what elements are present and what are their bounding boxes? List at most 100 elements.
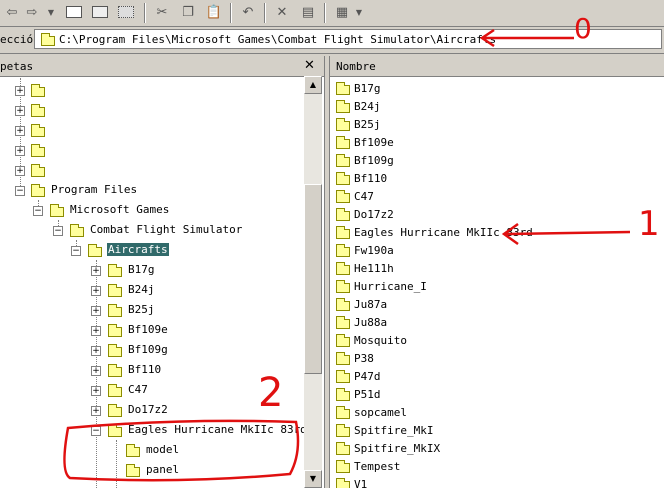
folder-icon — [336, 262, 350, 275]
list-item-label: B17g — [354, 82, 381, 95]
folder-icon — [336, 352, 350, 365]
folder-icon — [336, 406, 350, 419]
delete-icon[interactable]: ✕ — [272, 3, 292, 21]
folder-icon — [336, 298, 350, 311]
folder-icon — [336, 478, 350, 488]
tree-scrollbar[interactable]: ▲ ▼ — [304, 76, 322, 488]
folder-icon — [336, 100, 350, 113]
list-item-label: V1 — [354, 478, 368, 488]
forward-arrow-icon[interactable]: ⇨ — [22, 3, 42, 21]
folder-icon — [336, 226, 350, 239]
copy-icon[interactable]: ❐ — [178, 3, 198, 21]
tree-node-label: B17g — [128, 263, 155, 276]
tree-node-label: Bf110 — [128, 363, 162, 376]
folder-icon — [108, 404, 122, 417]
folder-icon — [31, 84, 45, 97]
expand-icon[interactable]: + — [91, 406, 101, 416]
folders-pane: petas ✕ + + + + + − Program Files − Micr… — [0, 56, 325, 488]
folder-icon — [108, 304, 122, 317]
up-folder-icon[interactable] — [64, 3, 84, 21]
expand-icon[interactable]: + — [15, 86, 25, 96]
folder-tree: + + + + + − Program Files − Microsoft Ga… — [0, 78, 304, 488]
list-item-label: Spitfire_MkI — [354, 424, 434, 437]
views-icon[interactable]: ▦ — [332, 3, 352, 21]
properties-icon[interactable]: ▤ — [298, 3, 318, 21]
expand-icon[interactable]: + — [91, 266, 101, 276]
disconnect-drive-icon[interactable] — [116, 3, 136, 21]
folder-icon — [126, 464, 140, 477]
tree-node-label: Eagles Hurricane MkIIc 83rd — [128, 423, 304, 436]
expand-icon[interactable]: + — [15, 106, 25, 116]
folder-icon — [31, 144, 45, 157]
folder-icon — [108, 424, 122, 437]
list-item-label: Ju87a — [354, 298, 388, 311]
address-input[interactable]: C:\Program Files\Microsoft Games\Combat … — [34, 29, 662, 49]
open-folder-icon — [88, 244, 102, 257]
folder-icon — [336, 208, 350, 221]
tree-node-label: Do17z2 — [128, 403, 168, 416]
expand-icon[interactable]: + — [15, 126, 25, 136]
expand-icon[interactable]: + — [91, 326, 101, 336]
tree-node-label: B25j — [128, 303, 155, 316]
undo-icon[interactable]: ↶ — [238, 3, 258, 21]
scroll-up-icon[interactable]: ▲ — [304, 76, 322, 94]
list-item-label: Hurricane_I — [354, 280, 427, 293]
tree-node-label: model — [146, 443, 180, 456]
back-arrow-icon[interactable]: ⇦ — [2, 3, 22, 21]
file-list-pane: Nombre B17g B24j B25j Bf109e Bf109g Bf110 C47 D… — [329, 56, 664, 488]
cut-icon[interactable]: ✂ — [152, 3, 172, 21]
expand-icon[interactable]: + — [15, 166, 25, 176]
folder-icon — [336, 388, 350, 401]
list-item-label: He111h — [354, 262, 394, 275]
paste-icon[interactable]: 📋 — [204, 3, 224, 21]
folder-icon — [336, 118, 350, 131]
tree-node-label: Bf109e — [128, 323, 168, 336]
list-item-label: C47 — [354, 190, 374, 203]
tree-node-label: Program Files — [51, 183, 138, 196]
scroll-down-icon[interactable]: ▼ — [304, 470, 322, 488]
expand-icon[interactable]: + — [91, 386, 101, 396]
list-item-label: Mosquito — [354, 334, 407, 347]
collapse-icon[interactable]: − — [53, 226, 63, 236]
folder-icon — [108, 284, 122, 297]
scroll-thumb[interactable] — [304, 184, 322, 374]
folder-icon — [70, 224, 84, 237]
tree-node-label: Bf109g — [128, 343, 168, 356]
tree-node-label: Combat Flight Simulator — [90, 223, 243, 236]
tree-node-label: C47 — [128, 383, 148, 396]
map-drive-icon[interactable] — [90, 3, 110, 21]
folder-icon — [336, 442, 350, 455]
collapse-icon[interactable]: − — [91, 426, 101, 436]
folder-icon — [336, 190, 350, 203]
list-item-label: Bf109e — [354, 136, 394, 149]
expand-icon[interactable]: + — [91, 306, 101, 316]
expand-icon[interactable]: + — [91, 346, 101, 356]
expand-icon[interactable]: + — [15, 146, 25, 156]
folder-icon — [336, 424, 350, 437]
annotation-label-1: 1 — [638, 204, 660, 244]
dropdown-arrow-icon[interactable]: ▼ — [46, 3, 56, 21]
tree-node-label: Microsoft Games — [70, 203, 170, 216]
expand-icon[interactable]: + — [91, 366, 101, 376]
folder-icon — [108, 264, 122, 277]
folders-pane-header: petas ✕ — [0, 56, 324, 77]
folder-icon — [336, 370, 350, 383]
expand-icon[interactable]: + — [91, 286, 101, 296]
list-item-label: B25j — [354, 118, 381, 131]
close-icon[interactable]: ✕ — [304, 58, 315, 73]
list-item-label: Spitfire_MkIX — [354, 442, 441, 455]
folder-icon — [336, 334, 350, 347]
collapse-icon[interactable]: − — [15, 186, 25, 196]
toolbar-separator — [324, 3, 326, 23]
folder-icon — [336, 244, 350, 257]
list-item-label: sopcamel — [354, 406, 407, 419]
collapse-icon[interactable]: − — [71, 246, 81, 256]
tree-node-label: B24j — [128, 283, 155, 296]
annotation-label-2: 2 — [258, 370, 284, 416]
folder-icon — [336, 136, 350, 149]
list-item-label: P51d — [354, 388, 381, 401]
folders-pane-title: petas — [0, 60, 34, 73]
collapse-icon[interactable]: − — [33, 206, 43, 216]
views-dropdown-icon[interactable]: ▼ — [354, 3, 364, 21]
column-header-name[interactable]: Nombre — [330, 56, 664, 77]
